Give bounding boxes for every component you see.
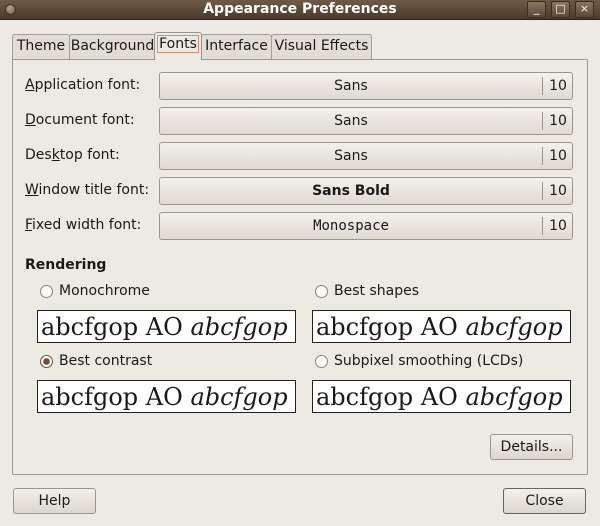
desktop-font-button[interactable]: Sans 10	[159, 142, 573, 170]
application-font-button[interactable]: Sans 10	[159, 72, 573, 100]
radio-indicator[interactable]	[315, 285, 328, 298]
close-window-button[interactable]: ×	[575, 1, 594, 18]
font-size: 10	[549, 78, 567, 94]
fixed-width-font-button[interactable]: Monospace 10	[159, 212, 573, 240]
close-button[interactable]: Close	[503, 488, 586, 514]
subpixel-smoothing-preview[interactable]: abcfgop AO abcfgop	[312, 380, 571, 413]
window-title: Appearance Preferences	[203, 1, 397, 17]
font-name: Sans	[334, 148, 368, 164]
tab-theme[interactable]: Theme	[12, 34, 70, 59]
tab-background[interactable]: Background	[69, 34, 156, 59]
subpixel-smoothing-label: Subpixel smoothing (LCDs)	[334, 353, 524, 369]
font-name: Sans	[334, 113, 368, 129]
application-font-label: Application font:	[25, 77, 141, 93]
separator	[542, 77, 543, 95]
desktop-font-label: Desktop font:	[25, 147, 120, 163]
tab-fonts[interactable]: Fonts	[154, 32, 202, 60]
title-bar: Appearance Preferences _ □ ×	[0, 0, 600, 20]
details-button[interactable]: Details...	[490, 434, 573, 460]
window-title-font-button[interactable]: Sans Bold 10	[159, 177, 573, 205]
minimize-button[interactable]: _	[527, 1, 546, 18]
font-size: 10	[549, 218, 567, 234]
best-shapes-label: Best shapes	[334, 283, 419, 299]
separator	[542, 147, 543, 165]
separator	[542, 217, 543, 235]
best-contrast-preview[interactable]: abcfgop AO abcfgop	[37, 380, 296, 413]
separator	[542, 182, 543, 200]
help-button[interactable]: Help	[13, 488, 96, 514]
fixed-width-font-label: Fixed width font:	[25, 217, 142, 233]
radio-indicator[interactable]	[40, 285, 53, 298]
best-shapes-preview[interactable]: abcfgop AO abcfgop	[312, 310, 571, 343]
radio-indicator[interactable]	[40, 355, 53, 368]
rendering-heading: Rendering	[25, 257, 107, 273]
document-font-label: Document font:	[25, 112, 135, 128]
font-name: Sans Bold	[312, 183, 390, 199]
font-size: 10	[549, 113, 567, 129]
best-contrast-label: Best contrast	[59, 353, 153, 369]
tab-visual-effects[interactable]: Visual Effects	[271, 34, 372, 59]
tab-interface[interactable]: Interface	[201, 34, 272, 59]
font-size: 10	[549, 148, 567, 164]
monochrome-label: Monochrome	[59, 283, 150, 299]
document-font-button[interactable]: Sans 10	[159, 107, 573, 135]
monochrome-preview[interactable]: abcfgop AO abcfgop	[37, 310, 296, 343]
maximize-button[interactable]: □	[551, 1, 570, 18]
font-size: 10	[549, 183, 567, 199]
font-name: Sans	[334, 78, 368, 94]
separator	[542, 112, 543, 130]
radio-indicator[interactable]	[315, 355, 328, 368]
window-title-font-label: Window title font:	[25, 182, 150, 198]
font-name: Monospace	[313, 218, 389, 234]
